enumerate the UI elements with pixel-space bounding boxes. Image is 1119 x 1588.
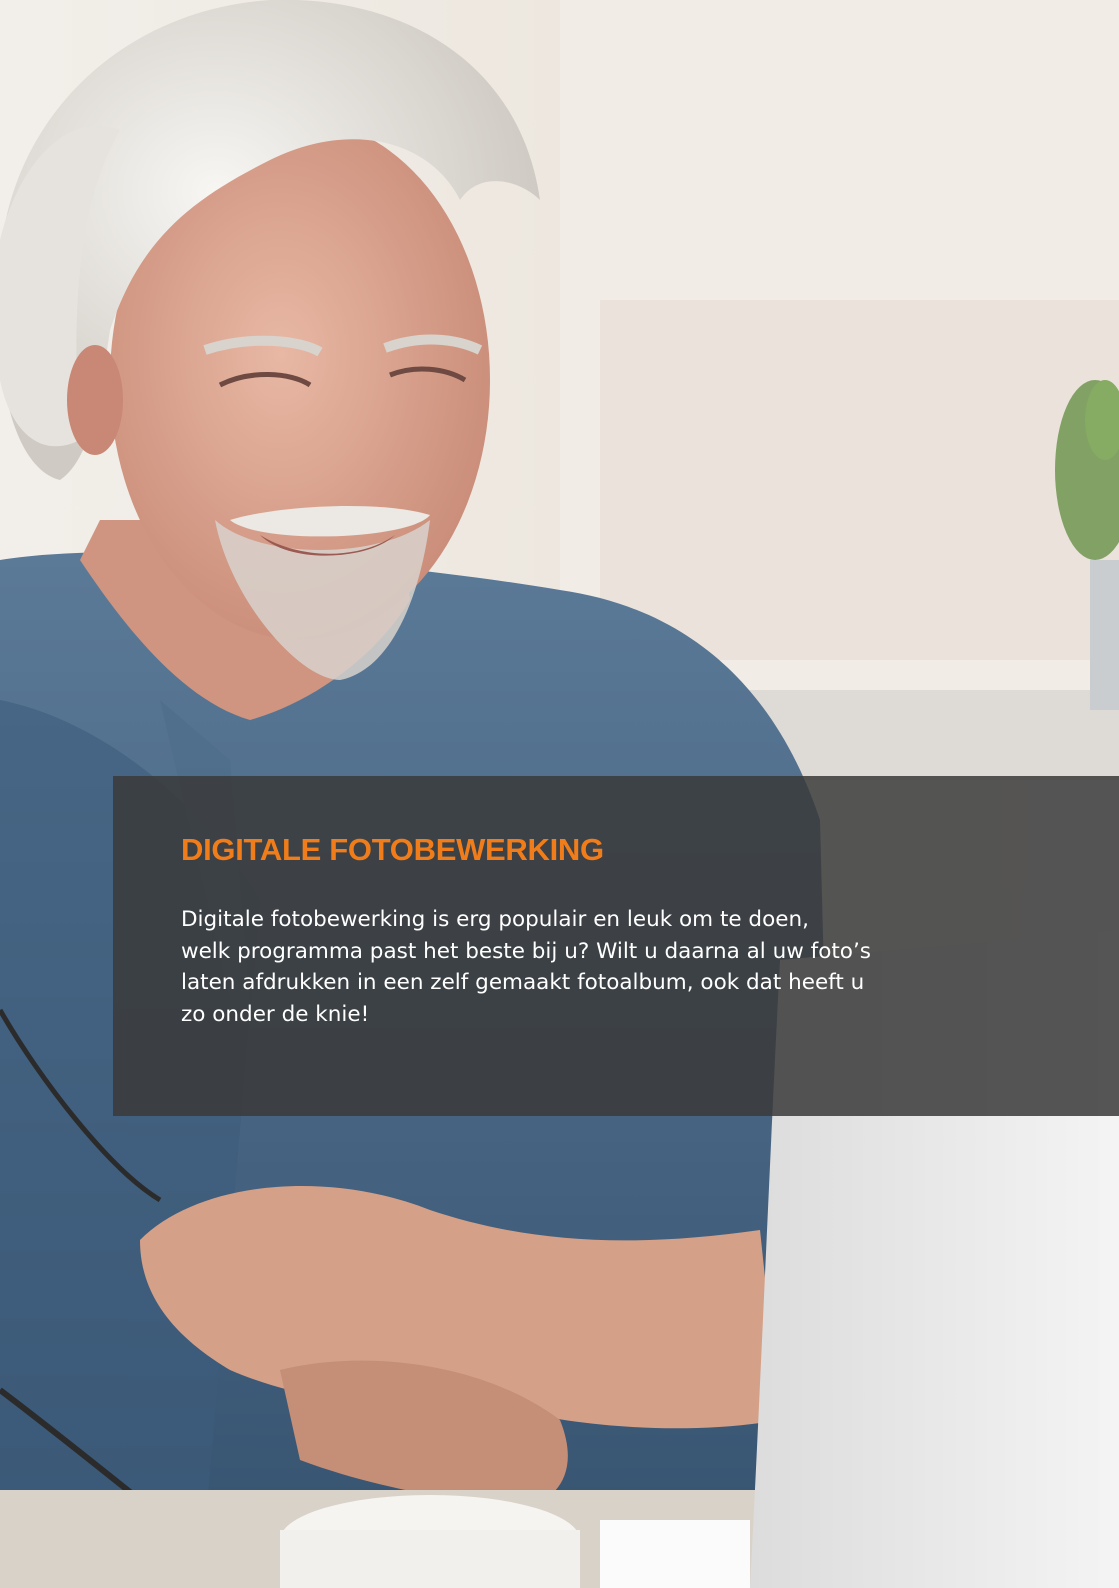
- body-line: Digitale fotobewerking is erg populair e…: [181, 907, 809, 932]
- body-line: zo onder de knie!: [181, 1001, 370, 1027]
- section-title: DIGITALE FOTOBEWERKING: [181, 832, 604, 867]
- text-panel: DIGITALE FOTOBEWERKING Digitale fotobewe…: [113, 776, 1119, 1116]
- body-line: welk programma past het beste bij u? Wil…: [181, 938, 871, 964]
- body-line: laten afdrukken in een zelf gemaakt foto…: [181, 970, 865, 995]
- section-body: Digitale fotobewerking is erg populair e…: [181, 904, 961, 1030]
